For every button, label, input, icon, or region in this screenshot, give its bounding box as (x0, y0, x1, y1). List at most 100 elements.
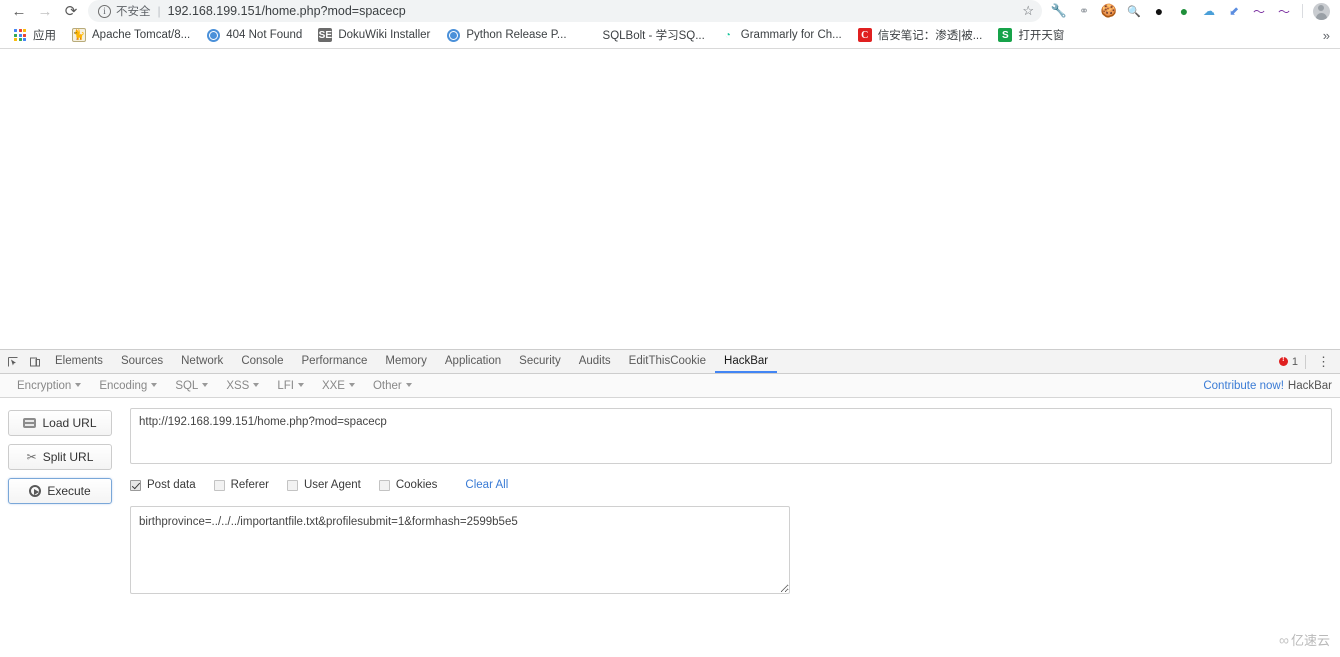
hackbar-button-column: Load URL ✂ Split URL Execute (8, 408, 112, 655)
bookmarks-overflow-icon[interactable]: » (1319, 28, 1334, 43)
menu-lfi[interactable]: LFI (268, 380, 313, 392)
tab-editthiscookie[interactable]: EditThisCookie (620, 350, 715, 373)
devtools-tabbar: Elements Sources Network Console Perform… (0, 350, 1340, 374)
menu-label: Encryption (17, 379, 72, 392)
menu-sql[interactable]: SQL (166, 380, 217, 392)
wrench-icon[interactable]: 🔧 (1048, 1, 1070, 21)
url-input[interactable] (130, 408, 1332, 464)
bookmark-apps[interactable]: 应用 (6, 25, 63, 46)
hackbar-menubar: Encryption Encoding SQL XSS LFI XXE Othe… (0, 374, 1340, 398)
menu-xxe[interactable]: XXE (313, 380, 364, 392)
split-url-label: Split URL (42, 450, 94, 464)
split-url-button[interactable]: ✂ Split URL (8, 444, 112, 470)
forward-button[interactable]: → (32, 1, 58, 21)
tab-security[interactable]: Security (510, 350, 570, 373)
option-post-data[interactable]: Post data (130, 479, 196, 491)
cookies-checkbox[interactable] (378, 479, 390, 491)
reload-button[interactable]: ⟳ (58, 1, 84, 21)
devtools-tabbar-right: 1 ⋮ (1278, 350, 1340, 373)
rings-icon[interactable]: ⚭ (1073, 1, 1095, 21)
bookmark-item-apache-tomcat[interactable]: 🐈 Apache Tomcat/8... (65, 25, 197, 46)
bookmark-label: 打开天窗 (1018, 30, 1065, 42)
bookmark-item-grammarly[interactable]: ◔ Grammarly for Ch... (714, 25, 849, 46)
avatar[interactable] (1310, 1, 1332, 21)
device-toolbar-icon[interactable] (24, 350, 46, 373)
devtools-panel: Elements Sources Network Console Perform… (0, 349, 1340, 655)
divider (1305, 354, 1306, 369)
bookmark-item-404-not-found[interactable]: 404 Not Found (199, 25, 309, 46)
green-circle-icon[interactable]: ● (1173, 1, 1195, 21)
menu-label: SQL (175, 379, 199, 392)
load-url-label: Load URL (42, 416, 97, 430)
black-ring-icon[interactable]: ● (1148, 1, 1170, 21)
ip-search-icon[interactable]: 🔍 (1123, 1, 1145, 21)
hackbar-app-name: HackBar (1287, 379, 1332, 392)
menu-xss[interactable]: XSS (217, 380, 268, 392)
database-icon: 🗃 (582, 28, 597, 42)
post-data-input[interactable] (130, 506, 790, 594)
globe-icon (446, 28, 460, 42)
browser-chrome: ← → ⟳ i 不安全 | 192.168.199.151/home.php?m… (0, 0, 1340, 49)
tab-audits[interactable]: Audits (570, 350, 620, 373)
option-cookies[interactable]: Cookies (378, 479, 438, 491)
hackbar-options-row: Post data Referer User Agent Cookies Cle… (130, 472, 1332, 498)
tab-application[interactable]: Application (436, 350, 510, 373)
bookmark-label: 404 Not Found (226, 29, 303, 41)
bookmark-star-icon[interactable]: ☆ (1022, 3, 1034, 19)
grammarly-icon: ◔ (720, 28, 735, 42)
tab-sources[interactable]: Sources (112, 350, 172, 373)
bookmark-item-python-release[interactable]: Python Release P... (439, 25, 573, 46)
option-referer[interactable]: Referer (213, 479, 269, 491)
menu-label: Other (372, 379, 402, 392)
post-data-checkbox[interactable] (130, 479, 141, 491)
tab-network[interactable]: Network (172, 350, 232, 373)
chevron-down-icon (202, 383, 209, 388)
bookmark-apps-label: 应用 (33, 30, 56, 42)
bookmark-label: Grammarly for Ch... (740, 29, 842, 41)
address-bar[interactable]: i 不安全 | 192.168.199.151/home.php?mod=spa… (88, 0, 1042, 22)
tab-memory[interactable]: Memory (376, 350, 436, 373)
menu-label: LFI (277, 379, 294, 392)
tomcat-icon: 🐈 (72, 28, 86, 42)
tab-performance[interactable]: Performance (293, 350, 377, 373)
menu-other[interactable]: Other (364, 380, 421, 392)
extension-icons: 🔧 ⚭ 🍪 🔍 ● ● ☁ ⬋ 〜 〜 (1048, 1, 1334, 21)
tab-elements[interactable]: Elements (46, 350, 112, 373)
s-letter-icon: S (998, 28, 1013, 42)
user-agent-checkbox[interactable] (286, 479, 298, 491)
error-icon (1278, 356, 1288, 366)
cloud-icon[interactable]: ☁ (1198, 1, 1220, 21)
inspect-element-icon[interactable] (2, 350, 24, 373)
watermark: ∞ 亿速云 (1279, 630, 1330, 649)
bookmark-item-open-skylight[interactable]: S 打开天窗 (991, 25, 1071, 46)
bookmark-item-sqlbolt[interactable]: 🗃 SQLBolt - 学习SQ... (576, 25, 712, 46)
play-icon (29, 485, 42, 497)
contribute-link[interactable]: Contribute now! (1203, 380, 1284, 392)
watermark-logo-icon: ∞ (1279, 631, 1289, 648)
tab-hackbar[interactable]: HackBar (715, 350, 778, 373)
load-url-button[interactable]: Load URL (8, 410, 112, 436)
back-button[interactable]: ← (6, 1, 32, 21)
menu-encoding[interactable]: Encoding (90, 380, 166, 392)
referer-checkbox[interactable] (213, 479, 225, 491)
bookmark-item-dokuwiki-installer[interactable]: SE DokuWiki Installer (311, 25, 437, 46)
purple-waves-2-icon[interactable]: 〜 (1273, 1, 1295, 21)
error-count-badge[interactable]: 1 (1278, 356, 1298, 368)
execute-button[interactable]: Execute (8, 478, 112, 504)
blue-arrow-icon[interactable]: ⬋ (1223, 1, 1245, 21)
option-label: Referer (230, 479, 269, 491)
cookie-icon[interactable]: 🍪 (1098, 1, 1120, 21)
chevron-down-icon (348, 383, 355, 388)
bookmark-label: DokuWiki Installer (338, 29, 431, 41)
devtools-more-icon[interactable]: ⋮ (1313, 354, 1334, 370)
option-user-agent[interactable]: User Agent (286, 479, 361, 491)
clear-all-link[interactable]: Clear All (465, 479, 508, 491)
chevron-down-icon (297, 383, 304, 388)
bookmark-item-xinan-notes[interactable]: C 信安笔记：渗透|被... (851, 25, 990, 46)
tab-console[interactable]: Console (232, 350, 292, 373)
purple-waves-icon[interactable]: 〜 (1248, 1, 1270, 21)
browser-toolbar: ← → ⟳ i 不安全 | 192.168.199.151/home.php?m… (0, 0, 1340, 22)
option-label: Cookies (395, 479, 438, 491)
menu-encryption[interactable]: Encryption (8, 380, 90, 392)
site-info-icon[interactable]: i (98, 4, 111, 18)
